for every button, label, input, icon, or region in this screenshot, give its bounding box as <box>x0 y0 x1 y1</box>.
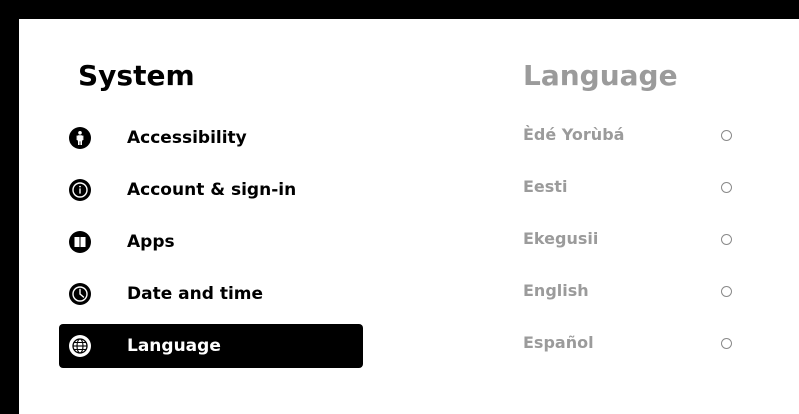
menu-item-account-sign-in[interactable]: Account & sign-in <box>59 168 363 212</box>
language-option[interactable]: Eesti <box>523 176 759 228</box>
language-option-label: Español <box>523 333 594 352</box>
globe-icon <box>69 335 91 357</box>
system-title: System <box>78 59 195 92</box>
language-list: Èdé Yorùbá Eesti Ekegusii English Españo… <box>523 124 759 384</box>
language-option[interactable]: English <box>523 280 759 332</box>
menu-item-label: Date and time <box>127 284 264 304</box>
language-option-label: Èdé Yorùbá <box>523 125 625 144</box>
menu-item-label: Language <box>127 336 221 356</box>
apps-icon <box>69 231 91 253</box>
language-option-label: Eesti <box>523 177 568 196</box>
menu-item-apps[interactable]: Apps <box>59 220 363 264</box>
menu-item-date-and-time[interactable]: Date and time <box>59 272 363 316</box>
menu-item-label: Accessibility <box>127 128 247 148</box>
radio-button[interactable] <box>721 286 732 297</box>
menu-item-language[interactable]: Language <box>59 324 363 368</box>
info-icon <box>69 179 91 201</box>
language-option[interactable]: Ekegusii <box>523 228 759 280</box>
language-option[interactable]: Español <box>523 332 759 384</box>
language-title: Language <box>523 59 678 92</box>
menu-item-label: Account & sign-in <box>127 180 297 200</box>
language-option-label: English <box>523 281 589 300</box>
settings-screen: System Accessibility Account & sign-in A… <box>19 19 799 414</box>
radio-button[interactable] <box>721 182 732 193</box>
radio-button[interactable] <box>721 130 732 141</box>
radio-button[interactable] <box>721 234 732 245</box>
accessibility-icon <box>69 127 91 149</box>
language-option-label: Ekegusii <box>523 229 599 248</box>
language-option[interactable]: Èdé Yorùbá <box>523 124 759 176</box>
clock-icon <box>69 283 91 305</box>
radio-button[interactable] <box>721 338 732 349</box>
menu-item-accessibility[interactable]: Accessibility <box>59 116 363 160</box>
settings-menu: Accessibility Account & sign-in Apps Dat… <box>59 116 363 376</box>
menu-item-label: Apps <box>127 232 175 252</box>
